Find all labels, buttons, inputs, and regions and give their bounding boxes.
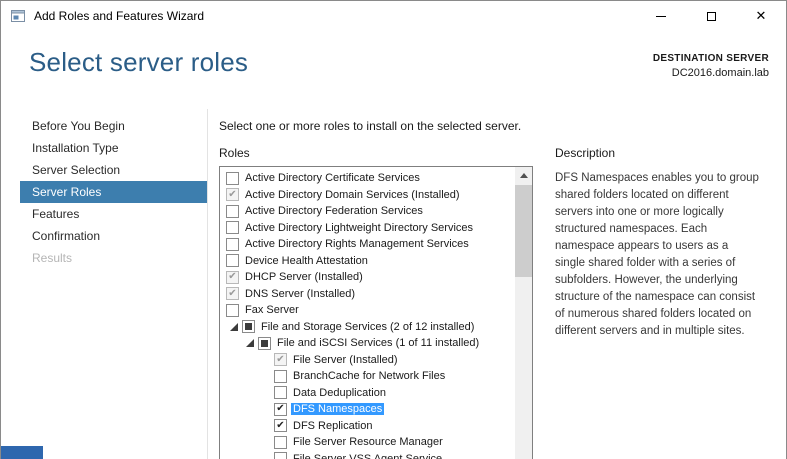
description-text: DFS Namespaces enables you to group shar…	[555, 170, 760, 340]
sidebar-item-before-you-begin[interactable]: Before You Begin	[20, 115, 207, 137]
role-label: Active Directory Rights Management Servi…	[243, 238, 471, 250]
role-label: File and iSCSI Services (1 of 11 install…	[275, 337, 481, 349]
role-checkbox[interactable]	[226, 238, 239, 251]
role-label: DHCP Server (Installed)	[243, 271, 365, 283]
role-checkbox[interactable]	[274, 436, 287, 449]
destination-server-block: DESTINATION SERVER DC2016.domain.lab	[653, 53, 769, 79]
role-row[interactable]: Active Directory Federation Services	[220, 203, 515, 220]
role-checkbox[interactable]	[226, 304, 239, 317]
wizard-header: Select server roles DESTINATION SERVER D…	[1, 31, 786, 109]
role-label: Active Directory Federation Services	[243, 205, 425, 217]
role-row[interactable]: File and Storage Services (2 of 12 insta…	[220, 319, 515, 336]
close-button[interactable]	[736, 1, 786, 31]
role-label: File Server Resource Manager	[291, 436, 445, 448]
role-row[interactable]: Active Directory Rights Management Servi…	[220, 236, 515, 253]
role-row[interactable]: File Server (Installed)	[220, 352, 515, 369]
role-checkbox[interactable]	[226, 287, 239, 300]
sidebar-item-server-selection[interactable]: Server Selection	[20, 159, 207, 181]
scroll-up-button[interactable]	[515, 167, 532, 184]
role-label: BranchCache for Network Files	[291, 370, 447, 382]
expander-icon[interactable]	[242, 339, 258, 347]
role-label: DFS Replication	[291, 420, 374, 432]
maximize-icon	[707, 12, 716, 21]
scrollbar-thumb[interactable]	[515, 185, 532, 277]
role-row[interactable]: Device Health Attestation	[220, 253, 515, 270]
role-label: Data Deduplication	[291, 387, 388, 399]
role-row[interactable]: File Server Resource Manager	[220, 434, 515, 451]
sidebar-item-features[interactable]: Features	[20, 203, 207, 225]
role-label: Active Directory Lightweight Directory S…	[243, 222, 475, 234]
role-row[interactable]: File and iSCSI Services (1 of 11 install…	[220, 335, 515, 352]
role-checkbox[interactable]	[226, 172, 239, 185]
role-row[interactable]: Active Directory Lightweight Directory S…	[220, 220, 515, 237]
role-row[interactable]: DNS Server (Installed)	[220, 286, 515, 303]
role-label: File Server VSS Agent Service	[291, 453, 444, 459]
role-checkbox[interactable]	[274, 452, 287, 459]
maximize-button[interactable]	[686, 1, 736, 31]
role-checkbox[interactable]	[242, 320, 255, 333]
background-window-artifact	[1, 446, 43, 459]
role-label: Fax Server	[243, 304, 301, 316]
role-checkbox[interactable]	[226, 205, 239, 218]
role-label: Active Directory Domain Services (Instal…	[243, 189, 462, 201]
role-row[interactable]: Active Directory Domain Services (Instal…	[220, 187, 515, 204]
role-row[interactable]: DHCP Server (Installed)	[220, 269, 515, 286]
role-checkbox[interactable]	[226, 271, 239, 284]
role-checkbox[interactable]	[226, 254, 239, 267]
role-checkbox[interactable]	[274, 403, 287, 416]
role-label: File Server (Installed)	[291, 354, 400, 366]
role-row[interactable]: File Server VSS Agent Service	[220, 451, 515, 459]
expander-icon[interactable]	[226, 323, 242, 331]
role-checkbox[interactable]	[274, 419, 287, 432]
description-panel: Description DFS Namespaces enables you t…	[555, 146, 773, 459]
instruction-text: Select one or more roles to install on t…	[219, 119, 786, 133]
role-checkbox[interactable]	[258, 337, 271, 350]
roles-label: Roles	[219, 146, 533, 160]
window-title: Add Roles and Features Wizard	[34, 9, 204, 23]
window-controls	[636, 1, 786, 31]
role-checkbox[interactable]	[274, 370, 287, 383]
role-row[interactable]: DFS Replication	[220, 418, 515, 435]
role-label: DFS Namespaces	[291, 403, 384, 415]
wizard-nav: Before You BeginInstallation TypeServer …	[1, 109, 208, 459]
role-label: Active Directory Certificate Services	[243, 172, 422, 184]
destination-server-label: DESTINATION SERVER	[653, 53, 769, 64]
role-row[interactable]: BranchCache for Network Files	[220, 368, 515, 385]
sidebar-item-confirmation[interactable]: Confirmation	[20, 225, 207, 247]
add-roles-wizard-window: Add Roles and Features Wizard Select ser…	[0, 0, 787, 459]
role-row[interactable]: Fax Server	[220, 302, 515, 319]
roles-column: Roles Active Directory Certificate Servi…	[219, 146, 533, 459]
role-checkbox[interactable]	[226, 188, 239, 201]
window-icon	[10, 8, 26, 24]
role-row[interactable]: Active Directory Certificate Services	[220, 170, 515, 187]
role-row[interactable]: DFS Namespaces	[220, 401, 515, 418]
role-checkbox[interactable]	[274, 386, 287, 399]
close-icon	[756, 10, 767, 23]
role-label: File and Storage Services (2 of 12 insta…	[259, 321, 476, 333]
destination-server-name: DC2016.domain.lab	[653, 67, 769, 79]
roles-scrollbar[interactable]	[515, 167, 532, 459]
sidebar-item-server-roles[interactable]: Server Roles	[20, 181, 207, 203]
roles-list: Active Directory Certificate Services Act…	[220, 167, 515, 459]
sidebar-item-results: Results	[20, 247, 207, 269]
role-checkbox[interactable]	[274, 353, 287, 366]
wizard-body: Before You BeginInstallation TypeServer …	[1, 109, 786, 459]
role-label: Device Health Attestation	[243, 255, 370, 267]
role-row[interactable]: Data Deduplication	[220, 385, 515, 402]
wizard-content: Select one or more roles to install on t…	[208, 109, 786, 459]
role-label: DNS Server (Installed)	[243, 288, 357, 300]
role-checkbox[interactable]	[226, 221, 239, 234]
minimize-button[interactable]	[636, 1, 686, 31]
description-heading: Description	[555, 146, 773, 160]
titlebar: Add Roles and Features Wizard	[1, 1, 786, 31]
sidebar-item-installation-type[interactable]: Installation Type	[20, 137, 207, 159]
minimize-icon	[656, 16, 666, 17]
roles-listbox[interactable]: Active Directory Certificate Services Act…	[219, 166, 533, 459]
